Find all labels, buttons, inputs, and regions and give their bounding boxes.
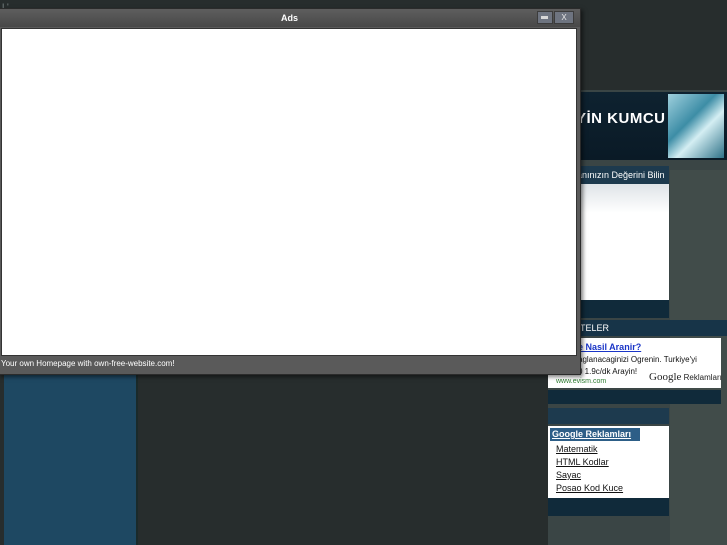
google-links-header[interactable]: Google Reklamları xyxy=(550,428,640,441)
ad-content-area[interactable] xyxy=(1,28,577,356)
window-title: Ads xyxy=(280,13,298,23)
minimize-icon xyxy=(541,16,548,19)
google-link-item[interactable]: HTML Kodlar xyxy=(556,457,609,467)
window-status-text[interactable]: Your own Homepage with own-free-website.… xyxy=(1,359,175,368)
ad-text-line: aglanacaginizi Ogrenin. Turkiye'yi xyxy=(578,355,697,364)
google-ads-mark[interactable]: Google Reklamları xyxy=(649,371,722,383)
google-link-item[interactable]: Posao Kod Kuce xyxy=(556,483,623,493)
google-link-item[interactable]: Sayac xyxy=(556,470,581,480)
ad-text-line: 0 1.9c/dk Arayin! xyxy=(578,367,638,376)
section-title: TELER xyxy=(580,323,610,333)
header-image xyxy=(668,94,724,158)
site-title: YİN KUMCU xyxy=(576,110,666,127)
links-box-top xyxy=(548,408,669,424)
close-button[interactable]: X xyxy=(554,11,574,24)
site-subtitle: anınızın Değerini Bilin xyxy=(577,170,665,180)
ad-url[interactable]: www.evism.com xyxy=(556,378,606,385)
google-link-item[interactable]: Matematik xyxy=(556,444,598,454)
google-logo-text: Google xyxy=(649,371,682,383)
ad-headline-link[interactable]: e Nasil Aranir? xyxy=(578,342,641,352)
minimize-button[interactable] xyxy=(537,11,553,24)
links-box-footer xyxy=(548,498,669,516)
ads-popup-window[interactable]: Ads X Your own Homepage with own-free-we… xyxy=(0,8,581,375)
google-ads-suffix: Reklamları xyxy=(683,373,722,382)
sidebar-content-box xyxy=(576,184,669,300)
sidebar-divider xyxy=(548,390,721,404)
left-column-panel xyxy=(4,372,138,545)
